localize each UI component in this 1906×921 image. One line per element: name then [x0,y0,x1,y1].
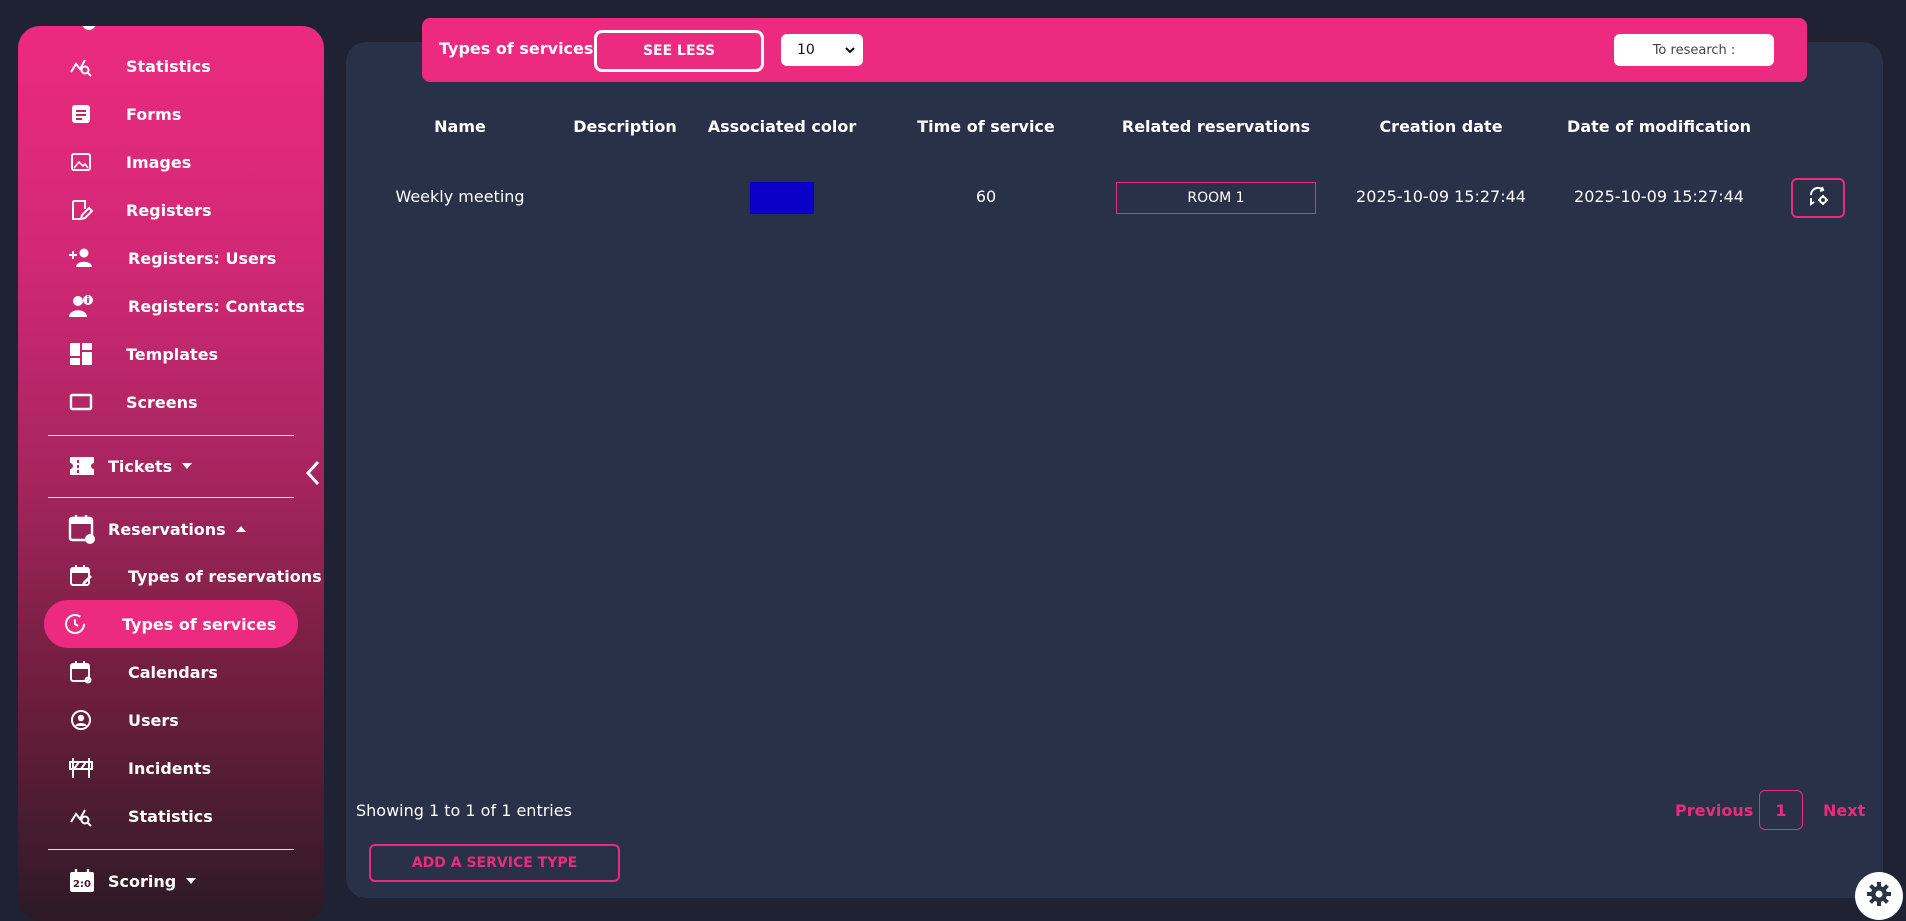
sidebar-item-label: Users [128,710,179,730]
sidebar-item-label: Registers: Contacts [128,296,305,316]
sidebar-item-registers[interactable]: Registers [68,190,324,230]
templates-icon [68,341,94,367]
sidebar-item-users[interactable]: Users [68,700,324,740]
cell-creation-date: 2025-10-09 15:27:44 [1356,187,1526,206]
pagination-previous[interactable]: Previous [1675,801,1753,820]
color-swatch [750,182,814,214]
sidebar-item-screens[interactable]: Screens [68,382,324,422]
sidebar-section-label: Scoring [108,871,177,891]
sidebar-item-calendars[interactable]: Calendars [68,652,324,692]
refresh-edit-icon [1807,185,1829,211]
sidebar-item-label: Templates [126,344,219,364]
main-panel [346,42,1883,898]
register-edit-icon [68,197,94,223]
pagination-next[interactable]: Next [1823,801,1865,820]
sidebar-item-label: Types of reservations [128,566,322,586]
edit-service-button[interactable] [1791,178,1845,218]
sidebar-section-scoring[interactable]: 2:0 Scoring [68,861,197,901]
caret-up-icon [235,526,246,532]
calendar-edit-icon [68,563,94,589]
collapse-sidebar-chevron-icon[interactable] [302,458,324,488]
sidebar-item-types-of-reservations[interactable]: Types of reservations [68,556,324,596]
sidebar-item-label: Images [126,152,192,172]
sidebar-item-incidents[interactable]: Incidents [68,748,324,788]
column-header-description[interactable]: Description [573,117,676,136]
ticket-icon [68,452,96,480]
sidebar-item-registers-users[interactable]: Registers: Users [68,238,324,278]
sidebar-item-statistics[interactable]: Statistics [68,46,324,86]
settings-button[interactable] [1855,872,1903,920]
calendar-dot-icon [68,659,94,685]
related-reservation-badge[interactable]: ROOM 1 [1116,182,1316,214]
sidebar-divider [48,435,294,436]
sidebar-item-label: Statistics [126,56,211,76]
sidebar-item-label: Statistics [128,806,213,826]
chevron-down-icon [845,43,855,59]
sidebar-item-types-of-services[interactable]: Types of services [44,600,298,648]
column-header-date-of-modification[interactable]: Date of modification [1567,117,1751,136]
column-header-creation-date[interactable]: Creation date [1379,117,1502,136]
sidebar-section-tickets[interactable]: Tickets [68,446,193,486]
column-header-name[interactable]: Name [434,117,486,136]
sidebar-section-label: Reservations [108,519,226,539]
scoreboard-icon: 2:0 [68,867,96,895]
user-add-icon [68,245,94,271]
chart-search-icon [68,803,94,829]
sidebar-item-templates[interactable]: Templates [68,334,324,374]
page-size-select[interactable]: 10 [781,34,863,66]
sidebar-item-forms[interactable]: Forms [68,94,324,134]
partial-top-icon [82,26,96,30]
column-header-associated-color[interactable]: Associated color [708,117,857,136]
sidebar-item-label: Incidents [128,758,212,778]
sidebar-item-label: Screens [126,392,198,412]
toolbar: Types of services SEE LESS 10 [422,18,1807,82]
page-title: Types of services [439,39,594,58]
sidebar-section-label: Tickets [108,456,173,476]
sidebar-item-registers-contacts[interactable]: Registers: Contacts [68,286,324,326]
sidebar-item-statistics-reservations[interactable]: Statistics [68,796,324,836]
sidebar-divider [48,497,294,498]
sidebar-item-label: Registers [126,200,212,220]
sidebar-item-images[interactable]: Images [68,142,324,182]
sidebar-item-label: Types of services [122,614,277,634]
screen-icon [68,389,94,415]
image-icon [68,149,94,175]
sidebar-item-label: Forms [126,104,182,124]
contact-info-icon [68,293,94,319]
cell-name: Weekly meeting [395,187,525,206]
svg-text:2:0: 2:0 [73,879,91,890]
calendar-dot-icon [68,515,96,544]
cell-modification-date: 2025-10-09 15:27:44 [1574,187,1744,206]
sidebar-section-reservations[interactable]: Reservations [68,509,246,549]
column-header-time-of-service[interactable]: Time of service [917,117,1055,136]
chart-search-icon [68,53,94,79]
form-icon [68,101,94,127]
add-service-type-button[interactable]: ADD A SERVICE TYPE [369,844,620,882]
entries-info: Showing 1 to 1 of 1 entries [356,801,572,820]
sidebar-item-label: Registers: Users [128,248,277,268]
caret-down-icon [186,878,197,884]
search-input[interactable] [1614,34,1774,66]
page-size-value: 10 [797,42,815,58]
user-circle-icon [68,707,94,733]
see-less-button[interactable]: SEE LESS [594,30,764,72]
sidebar: Statistics Forms Images Registers Regist… [18,26,324,921]
caret-down-icon [182,463,193,469]
sidebar-item-label: Calendars [128,662,218,682]
sidebar-divider [48,849,294,850]
cell-time-of-service: 60 [975,187,997,206]
clock-icon [62,611,88,637]
gear-icon [1866,881,1892,911]
pagination-page-1[interactable]: 1 [1759,790,1803,830]
barrier-icon [68,755,94,781]
column-header-related-reservations[interactable]: Related reservations [1122,117,1310,136]
